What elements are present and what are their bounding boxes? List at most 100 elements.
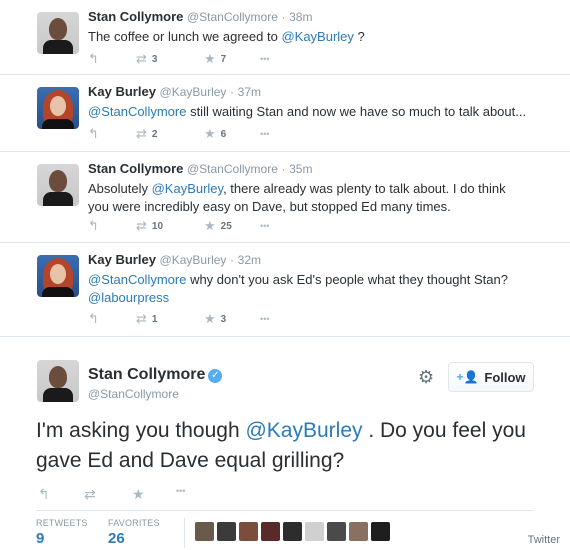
separator-dot: · [281,162,286,176]
star-icon: ★ [204,51,216,66]
author-name[interactable]: Stan Collymore [88,9,183,24]
gear-icon[interactable]: ⚙ [418,367,434,388]
more-button[interactable]: ••• [260,51,269,67]
favoriter-avatar[interactable] [239,522,258,541]
favoriter-avatar[interactable] [327,522,346,541]
tweet-3[interactable]: Stan Collymore @StanCollymore · 35m Abso… [0,152,570,243]
author-name[interactable]: Stan Collymore ✓ [88,366,223,384]
tweet-4[interactable]: Kay Burley @KayBurley · 32m @StanCollymo… [0,243,570,337]
tweet-text: I'm asking you though @KayBurley . Do yo… [36,419,526,472]
more-button[interactable]: ••• [260,126,269,142]
tweet-text: @StanCollymore why don't you ask Ed's pe… [88,272,508,305]
retweet-icon: ⇄ [136,51,147,66]
mention-link[interactable]: @KayBurley [245,419,362,442]
divider [36,510,534,511]
divider [184,518,185,548]
author-name[interactable]: Kay Burley [88,252,156,267]
mention-link[interactable]: @KayBurley [281,29,353,44]
follow-button[interactable]: +👤 Follow [448,362,534,392]
verified-icon: ✓ [208,369,223,383]
retweet-button[interactable]: ⇄ 3 [136,51,157,67]
tweet-1[interactable]: Stan Collymore @StanCollymore · 38m The … [0,0,570,75]
more-icon: ••• [260,54,270,64]
author-handle[interactable]: @StanCollymore [187,162,278,176]
retweet-icon: ⇄ [136,218,147,233]
retweet-icon: ⇄ [136,126,147,141]
author-name[interactable]: Stan Collymore [88,161,183,176]
tweet-2[interactable]: Kay Burley @KayBurley · 37m @StanCollymo… [0,75,570,152]
favorite-button[interactable]: ★ 25 [204,218,232,234]
favorite-button[interactable]: ★ 7 [204,51,226,67]
favoriter-avatar[interactable] [305,522,324,541]
mention-link[interactable]: @labourpress [88,290,169,305]
timestamp[interactable]: 38m [289,10,312,24]
favorite-button[interactable]: ★ 6 [204,126,226,142]
avatar[interactable] [37,12,79,54]
retweet-button[interactable]: ⇄ 10 [136,218,163,234]
more-icon: ••• [260,129,270,139]
avatar[interactable] [37,360,79,402]
reply-button[interactable]: ↰ [88,51,99,67]
retweets-label: RETWEETS [36,518,88,528]
favoriter-avatar[interactable] [371,522,390,541]
retweet-icon: ⇄ [136,311,147,326]
retweet-count: 1 [151,313,158,325]
star-icon: ★ [204,218,216,233]
reply-button[interactable]: ↰ [88,311,99,327]
reply-button[interactable]: ↰ [88,218,99,234]
tweet-text: Absolutely @KayBurley, there already was… [88,181,506,214]
mention-link[interactable]: @StanCollymore [88,104,186,119]
timestamp[interactable]: 37m [238,85,261,99]
more-button[interactable]: ••• [260,311,269,327]
separator-dot: · [230,253,235,267]
retweet-icon[interactable]: ⇄ [84,486,96,503]
author-handle[interactable]: @KayBurley [160,85,227,99]
favorite-button[interactable]: ★ 3 [204,311,226,327]
timestamp[interactable]: 32m [238,253,261,267]
avatar[interactable] [37,255,79,297]
more-icon: ••• [260,221,270,231]
author-handle[interactable]: @StanCollymore [88,387,179,401]
avatar[interactable] [37,164,79,206]
author-handle[interactable]: @StanCollymore [187,10,278,24]
star-icon: ★ [204,311,216,326]
reply-icon[interactable]: ↰ [38,486,50,503]
retweet-button[interactable]: ⇄ 2 [136,126,157,142]
favorites-stat[interactable]: FAVORITES 26 [108,518,160,547]
tweet-text: The coffee or lunch we agreed to @KayBur… [88,29,365,44]
tweet-header: Stan Collymore @StanCollymore · 38m [88,9,312,24]
favorites-count: 26 [108,530,125,547]
more-icon[interactable]: ••• [176,486,185,496]
timestamp[interactable]: 35m [289,162,312,176]
favoriter-avatars [195,522,390,541]
star-icon[interactable]: ★ [132,486,145,503]
tweet-text: @StanCollymore still waiting Stan and no… [88,104,527,119]
favoriter-avatar[interactable] [349,522,368,541]
favoriter-avatar[interactable] [217,522,236,541]
favoriter-avatar[interactable] [283,522,302,541]
reply-button[interactable]: ↰ [88,126,99,142]
more-icon: ••• [260,314,270,324]
favoriter-avatar[interactable] [261,522,280,541]
retweet-button[interactable]: ⇄ 1 [136,311,157,327]
reply-icon: ↰ [88,51,99,66]
mention-link[interactable]: @KayBurley [152,181,223,196]
mention-link[interactable]: @StanCollymore [88,272,186,287]
retweet-count: 3 [151,53,158,65]
reply-icon: ↰ [88,218,99,233]
tweet-actions: ↰ ⇄ ★ ••• [36,486,196,502]
favoriter-avatar[interactable] [195,522,214,541]
favorite-count: 7 [220,53,227,65]
separator-dot: · [230,85,235,99]
author-handle[interactable]: @KayBurley [160,253,227,267]
more-button[interactable]: ••• [260,218,269,234]
reply-icon: ↰ [88,126,99,141]
retweets-count: 9 [36,530,45,547]
favorite-count: 6 [220,128,227,140]
author-name[interactable]: Kay Burley [88,84,156,99]
tweet-header: Kay Burley @KayBurley · 32m [88,252,261,267]
retweets-stat[interactable]: RETWEETS 9 [36,518,88,547]
favorite-count: 25 [220,220,232,232]
avatar[interactable] [37,87,79,129]
tweet-header: Stan Collymore @StanCollymore · 35m [88,161,312,176]
